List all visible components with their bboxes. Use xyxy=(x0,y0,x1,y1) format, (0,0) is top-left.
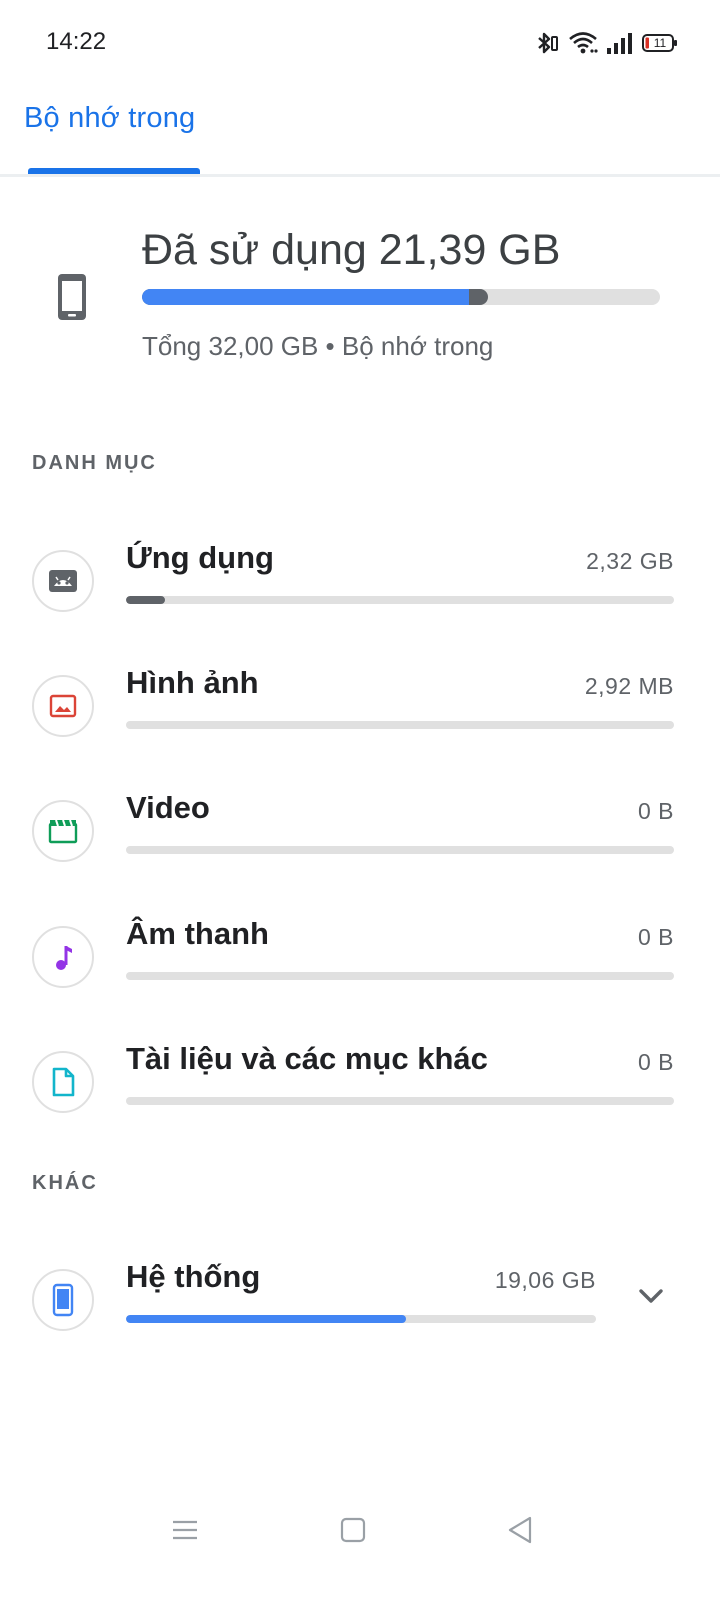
category-name: Âm thanh xyxy=(126,916,269,951)
category-row-video[interactable]: Video 0 B xyxy=(0,790,720,900)
status-icons: 11 xyxy=(534,30,678,56)
category-size: 2,92 MB xyxy=(584,673,674,699)
wifi-icon xyxy=(568,30,598,56)
category-name: Video xyxy=(126,790,210,825)
back-icon[interactable] xyxy=(500,1510,540,1550)
category-usage-fill xyxy=(126,596,166,604)
storage-screen: 14:22 11 Bộ nhớ trong Đã sử dụng 21,39 G… xyxy=(0,0,720,1600)
storage-usage-bar xyxy=(142,289,660,305)
category-usage-bar xyxy=(126,596,674,604)
home-icon[interactable] xyxy=(333,1510,373,1550)
category-row-images[interactable]: Hình ảnh 2,92 MB xyxy=(0,665,720,775)
tab-divider xyxy=(0,174,720,177)
image-icon xyxy=(32,675,94,737)
tab-label: Bộ nhớ trong xyxy=(24,102,196,134)
phone-icon xyxy=(32,1269,94,1331)
menu-icon[interactable] xyxy=(165,1510,205,1550)
category-row-apps[interactable]: Ứng dụng 2,32 GB xyxy=(0,540,720,650)
category-size: 0 B xyxy=(637,924,674,950)
battery-icon: 11 xyxy=(642,33,678,53)
status-bar: 14:22 11 xyxy=(0,0,720,88)
category-row-documents[interactable]: Tài liệu và các mục khác 0 B xyxy=(0,1041,720,1151)
category-usage-fill xyxy=(126,1315,407,1323)
tab-bar: Bộ nhớ trong xyxy=(0,88,720,177)
category-size: 0 B xyxy=(637,1049,674,1075)
document-icon xyxy=(32,1051,94,1113)
chevron-down-icon[interactable] xyxy=(634,1279,668,1313)
category-usage-bar xyxy=(126,1097,674,1105)
signal-icon xyxy=(606,31,634,55)
bluetooth-icon xyxy=(534,30,560,56)
storage-total-label: Tổng 32,00 GB • Bộ nhớ trong xyxy=(142,331,494,361)
android-icon xyxy=(32,550,94,612)
category-name: Ứng dụng xyxy=(126,540,274,575)
music-note-icon xyxy=(32,926,94,988)
category-usage-bar xyxy=(126,721,674,729)
category-size: 2,32 GB xyxy=(586,548,674,574)
category-row-system[interactable]: Hệ thống 19,06 GB xyxy=(0,1259,720,1369)
phone-icon xyxy=(52,272,92,324)
storage-used-title: Đã sử dụng 21,39 GB xyxy=(142,226,561,274)
category-usage-bar xyxy=(126,846,674,854)
status-time: 14:22 xyxy=(46,28,107,55)
category-name: Hình ảnh xyxy=(126,665,259,700)
category-size: 19,06 GB xyxy=(494,1267,596,1293)
section-header-other: KHÁC xyxy=(32,1172,98,1194)
category-row-audio[interactable]: Âm thanh 0 B xyxy=(0,916,720,1026)
category-usage-bar xyxy=(126,972,674,980)
category-name: Hệ thống xyxy=(126,1259,261,1294)
navigation-bar xyxy=(0,1488,720,1568)
battery-level: 11 xyxy=(653,36,667,50)
category-name: Tài liệu và các mục khác xyxy=(126,1041,488,1076)
section-header-categories: DANH MỤC xyxy=(32,452,157,474)
video-icon xyxy=(32,800,94,862)
category-size: 0 B xyxy=(637,798,674,824)
storage-usage-system-fill xyxy=(142,289,470,305)
category-usage-bar xyxy=(126,1315,596,1323)
